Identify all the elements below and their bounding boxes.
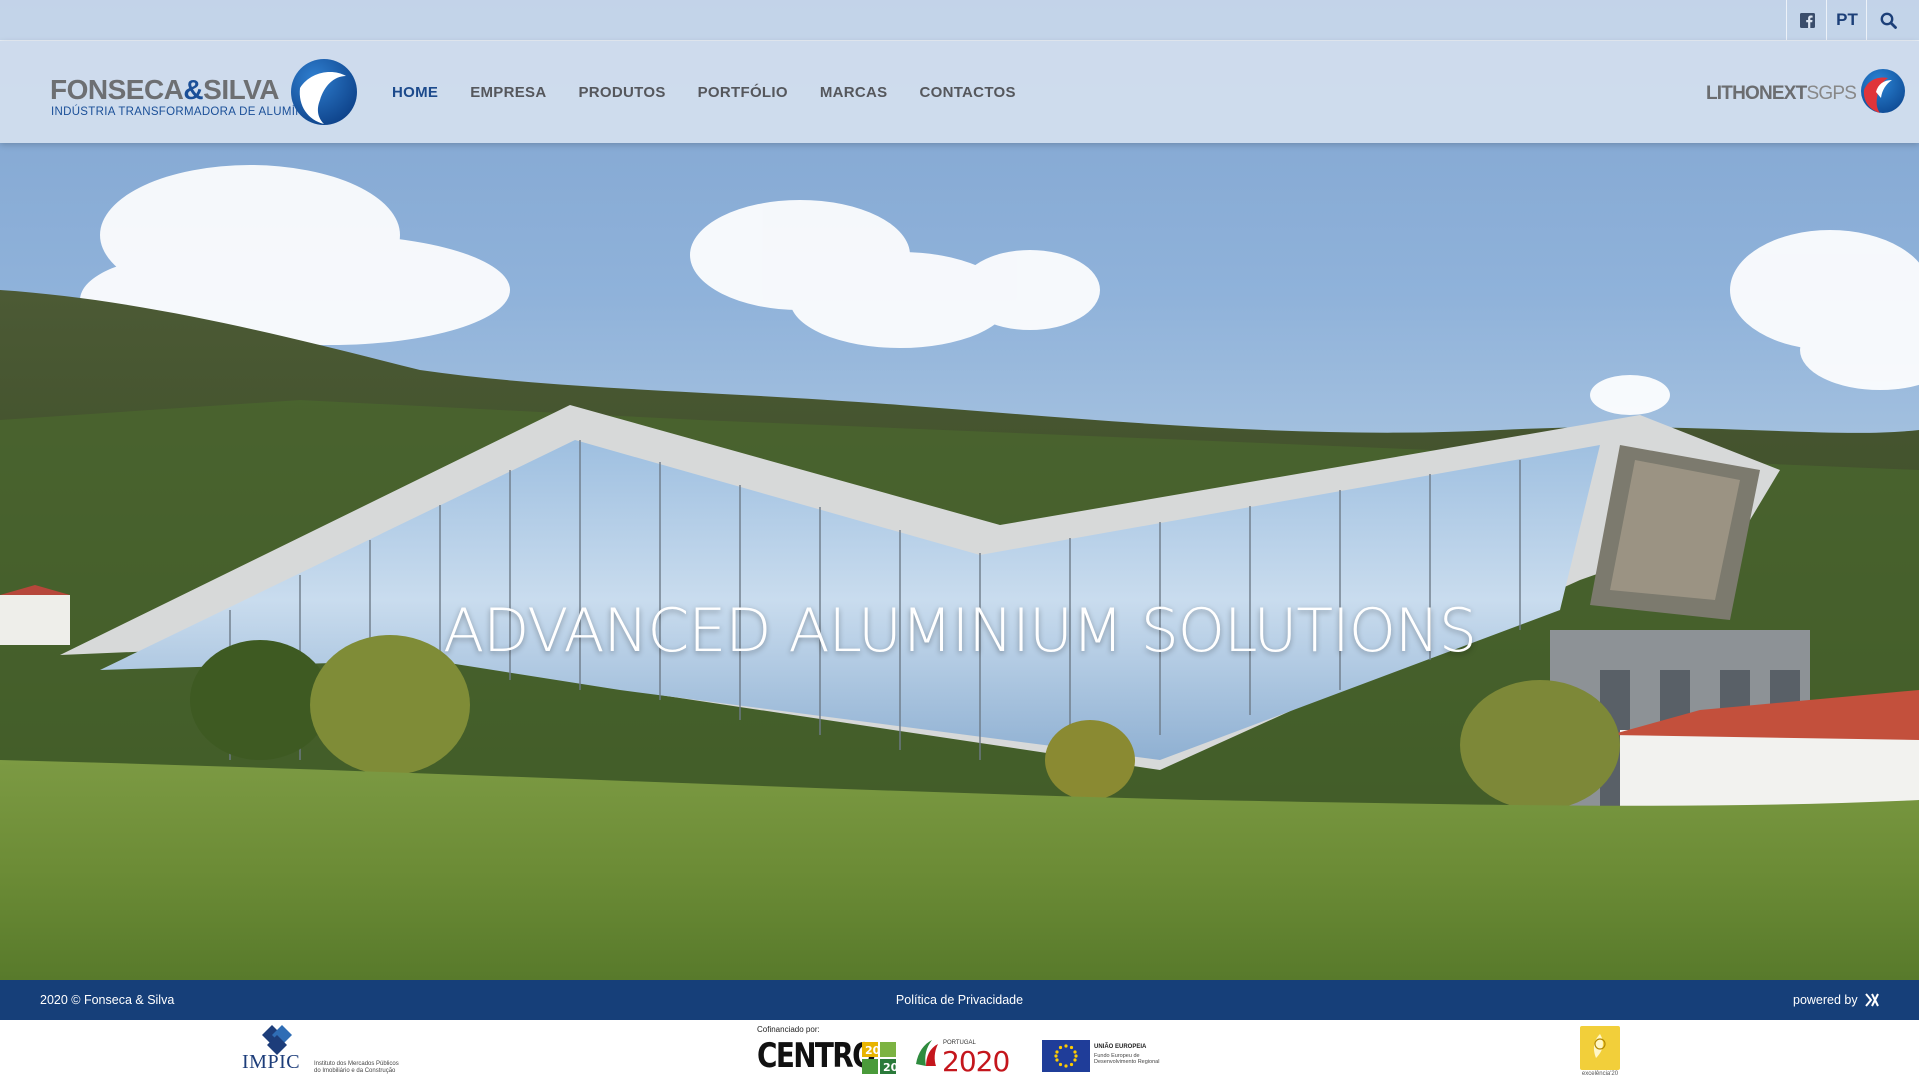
language-switch[interactable]: PT bbox=[1826, 0, 1867, 40]
facebook-link[interactable] bbox=[1786, 0, 1827, 40]
logo-sphere-icon bbox=[291, 59, 357, 125]
fonseca-silva-logo[interactable]: FONSECA&SILVA INDÚSTRIA TRANSFORMADORA D… bbox=[50, 58, 360, 128]
primary-menu: HOME EMPRESA PRODUTOS PORTFÓLIO MARCAS C… bbox=[376, 41, 1032, 143]
sponsors-strip: IMPIC Instituto dos Mercados Públicos do… bbox=[0, 1020, 1919, 1079]
portugal2020-flag-icon bbox=[916, 1040, 938, 1066]
lithonext-logo[interactable]: LITHONEXTSGPS bbox=[1706, 68, 1906, 118]
impic-logo[interactable]: IMPIC Instituto dos Mercados Públicos do… bbox=[240, 1025, 410, 1077]
logo-name-part2: SILVA bbox=[203, 74, 279, 105]
pme-label: excelência'20 bbox=[1581, 1071, 1619, 1077]
cofinanced-label: Cofinanciado por: bbox=[757, 1025, 820, 1034]
partner-name-light: SGPS bbox=[1806, 83, 1857, 104]
feder-label: Fundo Europeu de Desenvolvimento Regiona… bbox=[1094, 1053, 1160, 1065]
partner-wordmark: LITHONEXTSGPS bbox=[1706, 83, 1857, 105]
centro2020-wordmark: CENTRO bbox=[757, 1036, 876, 1076]
nav-contactos[interactable]: CONTACTOS bbox=[919, 84, 1015, 101]
centro-year-top: 20 bbox=[865, 1044, 881, 1057]
logo-ampersand: & bbox=[183, 74, 204, 105]
hero-banner: ADVANCED ALUMINIUM SOLUTIONS bbox=[0, 0, 1919, 980]
main-navbar: FONSECA&SILVA INDÚSTRIA TRANSFORMADORA D… bbox=[0, 41, 1919, 143]
nav-produtos[interactable]: PRODUTOS bbox=[578, 84, 665, 101]
impic-description: Instituto dos Mercados Públicos do Imobi… bbox=[314, 1061, 399, 1074]
centro-year-bottom: 20 bbox=[883, 1061, 896, 1074]
powered-by-link[interactable]: powered by bbox=[1793, 992, 1880, 1008]
logo-name-part1: FONSECA bbox=[50, 74, 184, 105]
logo-wordmark: FONSECA&SILVA bbox=[50, 74, 279, 106]
hero-background-image bbox=[0, 165, 1919, 980]
eu-flag-icon bbox=[1042, 1040, 1090, 1072]
partner-sphere-icon bbox=[1861, 69, 1905, 113]
logo-tagline: INDÚSTRIA TRANSFORMADORA DE ALUMÍNIO bbox=[51, 106, 317, 118]
pme-star-icon bbox=[1593, 1034, 1606, 1058]
privacy-policy-link[interactable]: Política de Privacidade bbox=[0, 993, 1919, 1007]
impic-name: IMPIC bbox=[242, 1051, 301, 1073]
hero-headline: ADVANCED ALUMINIUM SOLUTIONS bbox=[443, 596, 1477, 666]
nav-marcas[interactable]: MARCAS bbox=[820, 84, 888, 101]
footer-bar: 2020 © Fonseca & Silva Política de Priva… bbox=[0, 980, 1919, 1020]
search-button[interactable] bbox=[1866, 0, 1909, 40]
eu-label: UNIÃO EUROPEIA bbox=[1094, 1044, 1147, 1050]
nav-portfolio[interactable]: PORTFÓLIO bbox=[698, 84, 788, 101]
top-utility-bar: PT bbox=[0, 0, 1919, 41]
powered-by-label: powered by bbox=[1793, 993, 1858, 1007]
pme-excelencia-badge[interactable] bbox=[1580, 1026, 1620, 1070]
nav-empresa[interactable]: EMPRESA bbox=[470, 84, 546, 101]
centro2020-grid-icon: 20 20 bbox=[862, 1042, 896, 1074]
developer-logo-icon bbox=[1864, 993, 1879, 1007]
partner-name-bold: LITHONEXT bbox=[1706, 83, 1807, 104]
nav-home[interactable]: HOME bbox=[392, 84, 438, 101]
portugal2020-year: 2020 bbox=[942, 1045, 1010, 1078]
magnifier-icon bbox=[1880, 12, 1897, 29]
facebook-square-icon bbox=[1799, 12, 1815, 28]
